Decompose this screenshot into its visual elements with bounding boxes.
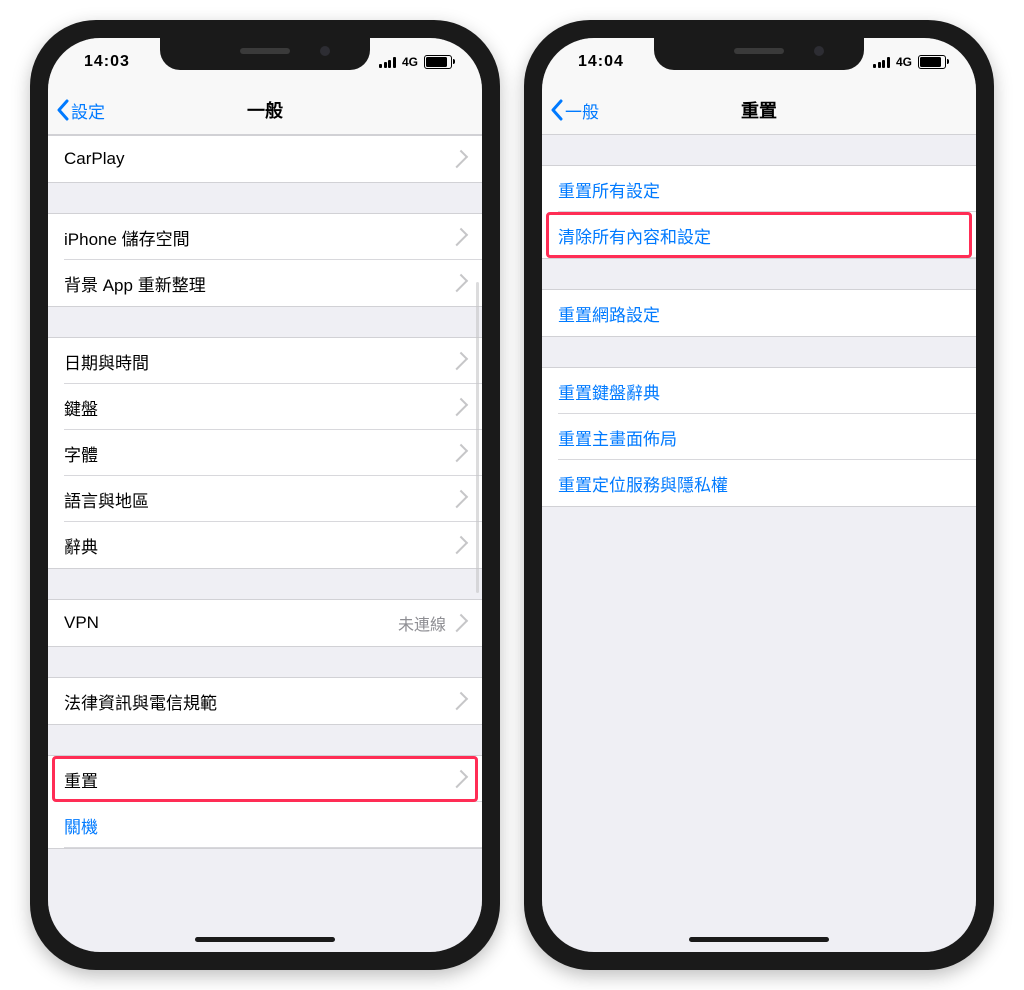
- home-indicator: [195, 937, 335, 942]
- list-row-date-time[interactable]: 日期與時間: [48, 338, 482, 384]
- list-row-reset[interactable]: 重置: [48, 756, 482, 802]
- battery-icon: [424, 55, 452, 69]
- page-title: 重置: [542, 97, 976, 123]
- network-label: 4G: [402, 55, 418, 69]
- settings-list[interactable]: CarPlay iPhone 儲存空間 背景 App 重新整理: [48, 135, 482, 952]
- list-row-carplay[interactable]: CarPlay: [48, 136, 482, 182]
- phone-frame-right: 14:04 4G 一般: [524, 20, 994, 970]
- battery-icon: [918, 55, 946, 69]
- chevron-left-icon: [550, 99, 563, 121]
- erase-all-content-settings[interactable]: 清除所有內容和設定: [542, 212, 976, 258]
- back-button[interactable]: 一般: [542, 98, 599, 123]
- notch: [654, 38, 864, 70]
- reset-all-settings[interactable]: 重置所有設定: [542, 166, 976, 212]
- signal-icon: [873, 56, 890, 68]
- status-time: 14:03: [78, 53, 130, 71]
- reset-network-settings[interactable]: 重置網路設定: [542, 290, 976, 336]
- phone-screen-left: 14:03 4G 設定: [48, 38, 482, 952]
- signal-icon: [379, 56, 396, 68]
- phone-frame-left: 14:03 4G 設定: [30, 20, 500, 970]
- reset-home-screen-layout[interactable]: 重置主畫面佈局: [542, 414, 976, 460]
- list-row-background-app-refresh[interactable]: 背景 App 重新整理: [48, 260, 482, 306]
- list-row-fonts[interactable]: 字體: [48, 430, 482, 476]
- list-row-language-region[interactable]: 語言與地區: [48, 476, 482, 522]
- back-label: 設定: [71, 98, 105, 123]
- network-label: 4G: [896, 55, 912, 69]
- list-row-iphone-storage[interactable]: iPhone 儲存空間: [48, 214, 482, 260]
- status-time: 14:04: [572, 53, 624, 71]
- reset-list[interactable]: 重置所有設定 清除所有內容和設定 重置網路設定: [542, 135, 976, 952]
- nav-bar: 設定 一般: [48, 86, 482, 135]
- phone-screen-right: 14:04 4G 一般: [542, 38, 976, 952]
- reset-location-privacy[interactable]: 重置定位服務與隱私權: [542, 460, 976, 506]
- list-row-keyboard[interactable]: 鍵盤: [48, 384, 482, 430]
- home-indicator: [689, 937, 829, 942]
- list-row-dictionary[interactable]: 辭典: [48, 522, 482, 568]
- back-button[interactable]: 設定: [48, 98, 105, 123]
- chevron-right-icon: [450, 614, 468, 632]
- back-label: 一般: [565, 98, 599, 123]
- list-row-legal-regulatory[interactable]: 法律資訊與電信規範: [48, 678, 482, 724]
- scrollbar-indicator: [476, 282, 479, 592]
- chevron-left-icon: [56, 99, 69, 121]
- notch: [160, 38, 370, 70]
- list-row-vpn[interactable]: VPN 未連線: [48, 600, 482, 646]
- reset-keyboard-dictionary[interactable]: 重置鍵盤辭典: [542, 368, 976, 414]
- nav-bar: 一般 重置: [542, 86, 976, 135]
- list-row-shutdown[interactable]: 關機: [48, 802, 482, 848]
- row-detail: 未連線: [398, 611, 446, 635]
- page-title: 一般: [48, 97, 482, 123]
